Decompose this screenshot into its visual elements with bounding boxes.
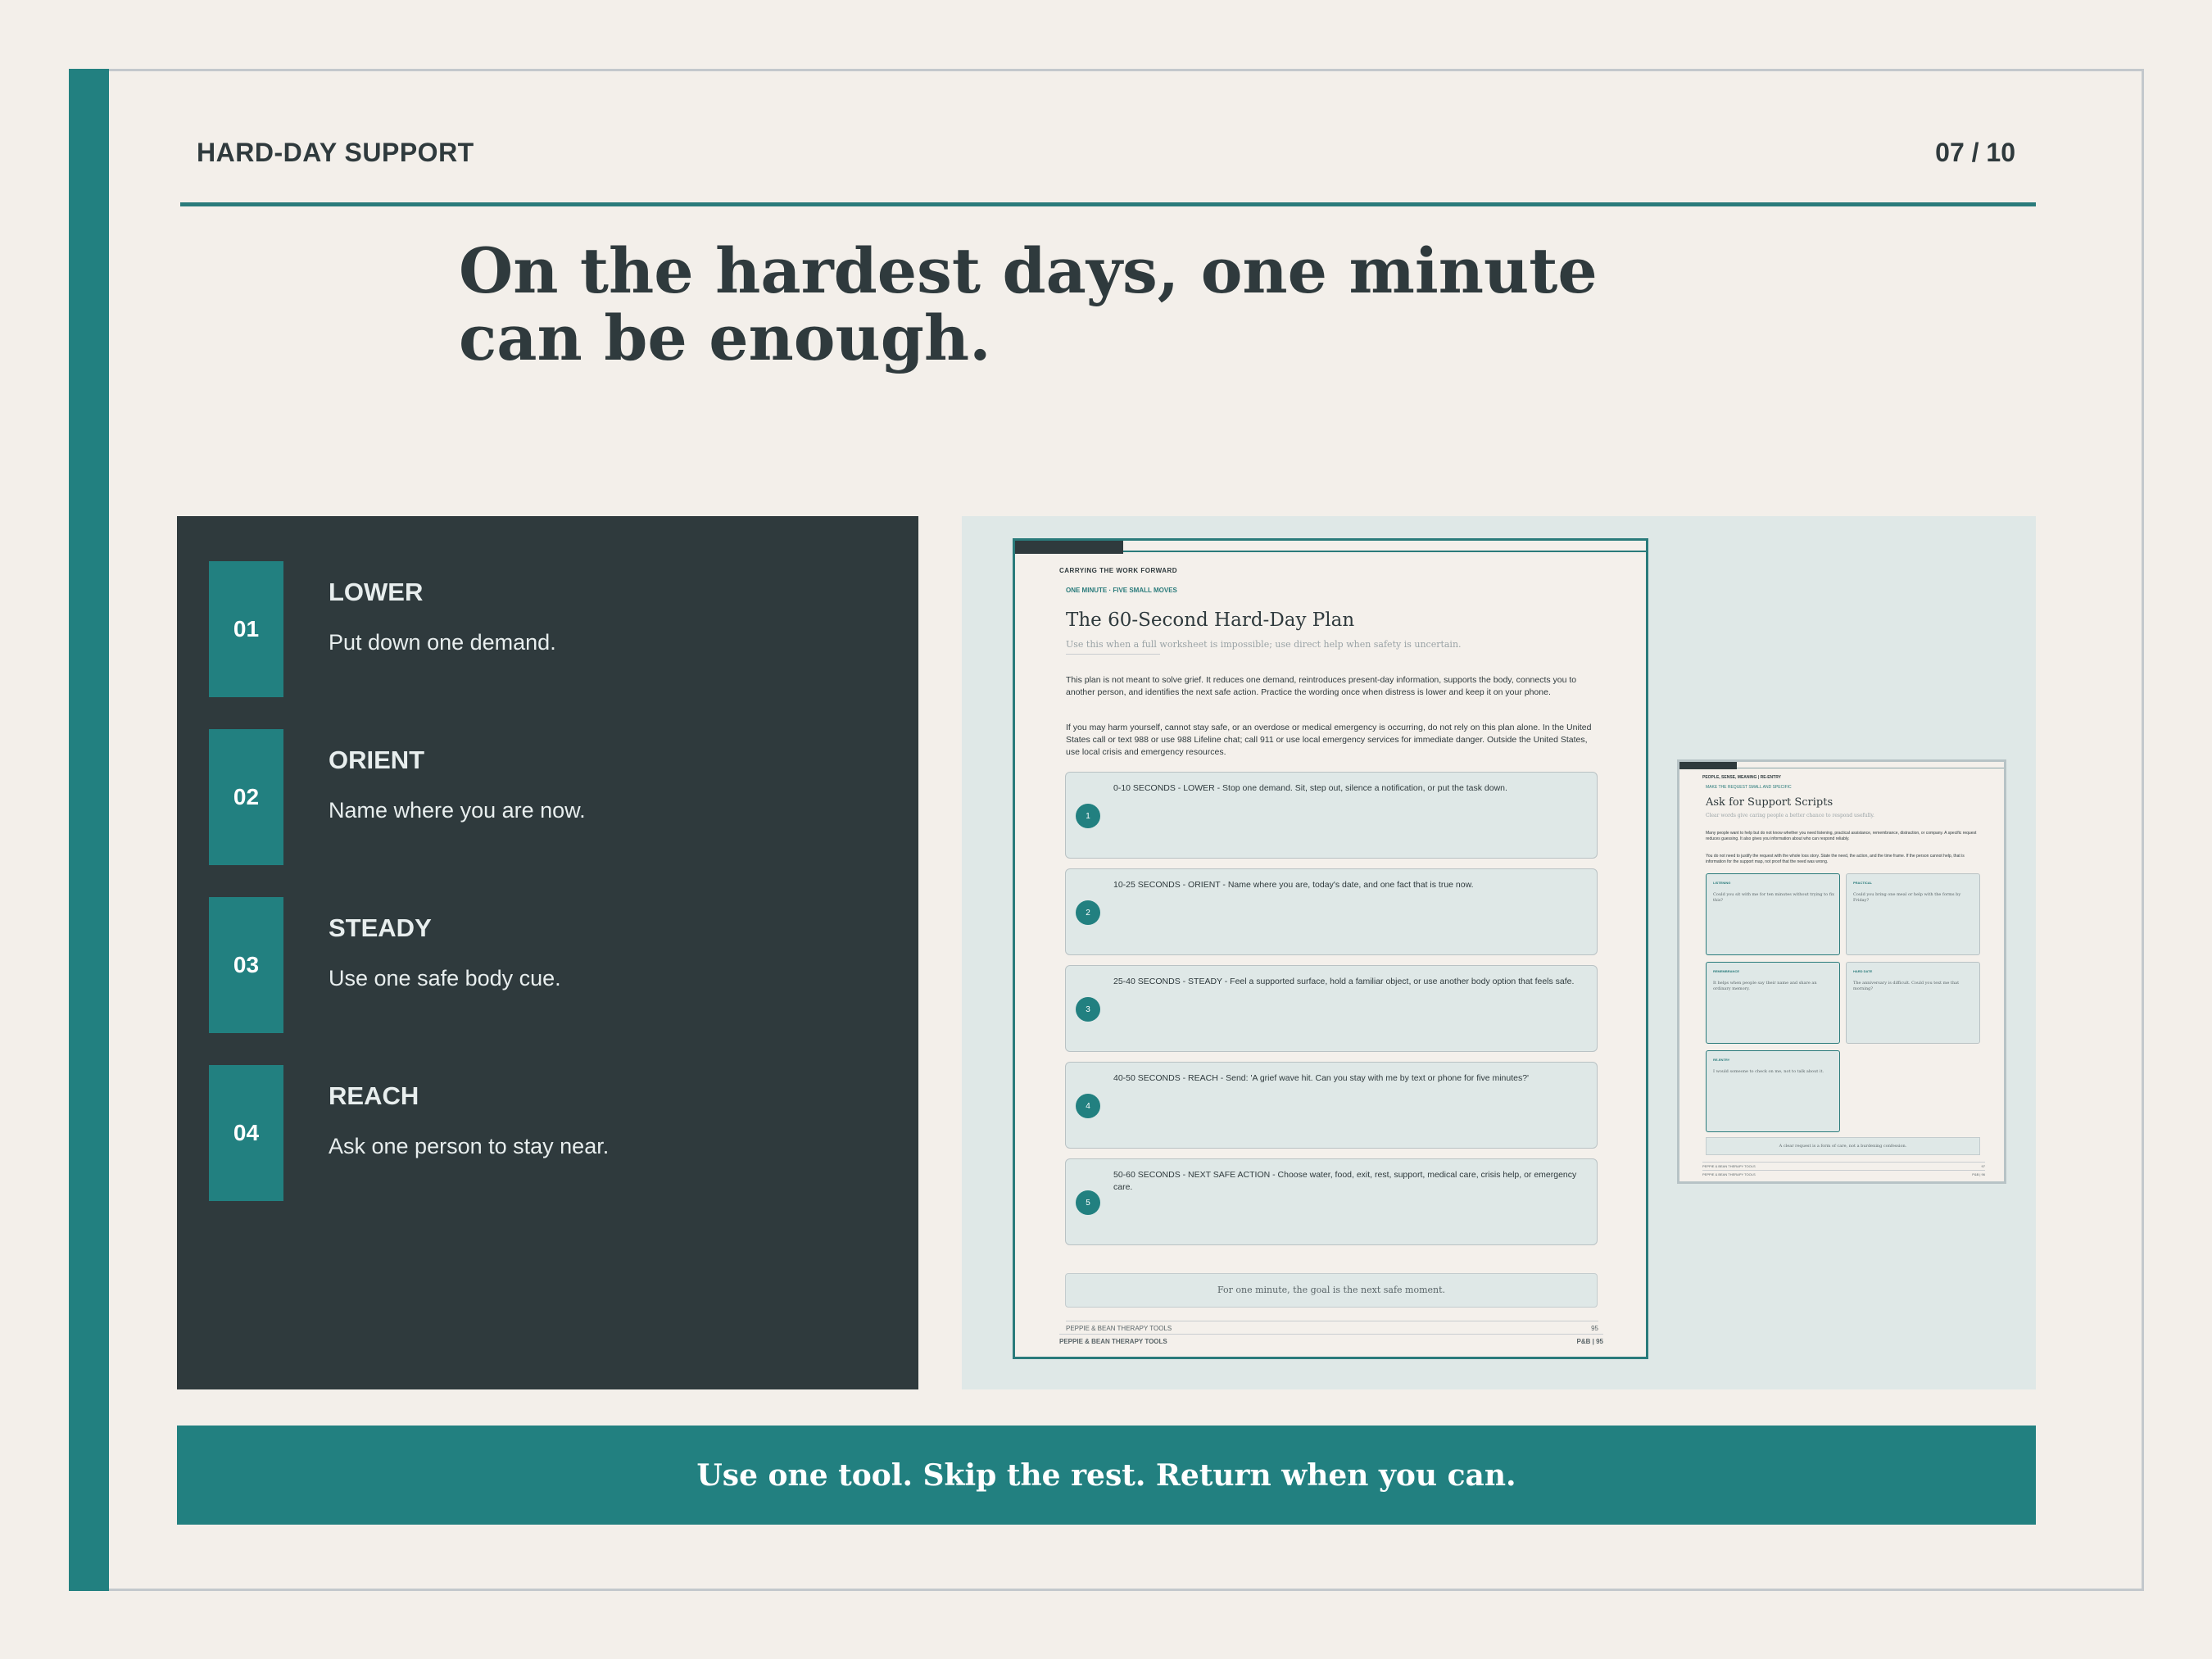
support-scripts-page: PEOPLE, SENSE, MEANING | RE-ENTRY MAKE T… <box>1677 759 2006 1184</box>
worksheet-intro-paragraph: This plan is not meant to solve grief. I… <box>1066 675 1577 697</box>
worksheet-topbar <box>1015 541 1646 554</box>
page-number: 07 / 10 <box>1935 138 2015 167</box>
move-number: 5 <box>1076 1190 1100 1215</box>
step-steady: 03 STEADY Use one safe body cue. <box>209 897 881 1033</box>
steps-panel: 01 LOWER Put down one demand. 02 ORIENT … <box>177 516 918 1389</box>
worksheet-kicker: CARRYING THE WORK FORWARD <box>1059 567 1178 574</box>
mini-subtitle: Clear words give caring people a better … <box>1706 813 1874 818</box>
script-card-label: HARD DATE <box>1853 969 1873 973</box>
script-card: REMEMBRANCE It helps when people say the… <box>1706 962 1840 1044</box>
move-number: 3 <box>1076 997 1100 1022</box>
worksheet-move: 3 25-40 SECONDS - STEADY - Feel a suppor… <box>1065 965 1598 1052</box>
worksheet-footer: PEPPIE & BEAN THERAPY TOOLS 95 <box>1066 1321 1598 1332</box>
footer-page: 97 <box>1981 1164 1985 1168</box>
script-card: RE-ENTRY I would someone to check on me,… <box>1706 1050 1840 1132</box>
step-title: LOWER <box>329 578 424 606</box>
mini-eyebrow: MAKE THE REQUEST SMALL AND SPECIFIC <box>1706 785 1792 790</box>
footer-brand: PEPPIE & BEAN THERAPY TOOLS <box>1702 1172 1756 1176</box>
step-orient: 02 ORIENT Name where you are now. <box>209 729 881 865</box>
banner-text: Use one tool. Skip the rest. Return when… <box>696 1457 1516 1493</box>
footer-brand: PEPPIE & BEAN THERAPY TOOLS <box>1059 1338 1167 1345</box>
script-card: PRACTICAL Could you bring one meal or he… <box>1846 873 1980 955</box>
worksheet-subtitle-rule <box>1066 654 1160 655</box>
mini-title: Ask for Support Scripts <box>1706 796 1834 809</box>
worksheet-move: 4 40-50 SECONDS - REACH - Send: 'A grief… <box>1065 1062 1598 1149</box>
script-card-text: Could you sit with me for ten minutes wi… <box>1713 892 1834 903</box>
move-text: 50-60 SECONDS - NEXT SAFE ACTION - Choos… <box>1113 1170 1577 1192</box>
worksheet-safety-paragraph: If you may harm yourself, cannot stay sa… <box>1066 723 1592 757</box>
headline: On the hardest days, one minute can be e… <box>459 234 1598 374</box>
mini-footer-outer: PEPPIE & BEAN THERAPY TOOLS P&B | 96 <box>1702 1170 1985 1176</box>
move-number: 1 <box>1076 804 1100 828</box>
script-card-label: PRACTICAL <box>1853 881 1873 885</box>
mini-paragraph: You do not need to justify the request w… <box>1706 854 1965 864</box>
script-card: LISTENING Could you sit with me for ten … <box>1706 873 1840 955</box>
footer-brand: PEPPIE & BEAN THERAPY TOOLS <box>1066 1325 1172 1332</box>
step-description: Name where you are now. <box>329 798 586 823</box>
mini-paragraph: Many people want to help but do not know… <box>1706 831 1977 841</box>
move-text: 10-25 SECONDS - ORIENT - Name where you … <box>1113 880 1474 890</box>
step-description: Put down one demand. <box>329 630 556 655</box>
script-card-text: The anniversary is difficult. Could you … <box>1853 981 1960 991</box>
script-card-label: RE-ENTRY <box>1713 1058 1730 1062</box>
accent-bar <box>69 69 109 1591</box>
worksheet-eyebrow: ONE MINUTE · FIVE SMALL MOVES <box>1066 587 1177 594</box>
step-reach: 04 REACH Ask one person to stay near. <box>209 1065 881 1201</box>
step-number: 03 <box>209 897 283 1033</box>
move-text: 40-50 SECONDS - REACH - Send: 'A grief w… <box>1113 1073 1530 1083</box>
move-text: 0-10 SECONDS - LOWER - Stop one demand. … <box>1113 783 1507 793</box>
worksheet-footer-outer: PEPPIE & BEAN THERAPY TOOLS P&B | 95 <box>1059 1334 1603 1345</box>
worksheet-page: CARRYING THE WORK FORWARD ONE MINUTE · F… <box>1013 538 1648 1359</box>
mini-kicker: PEOPLE, SENSE, MEANING | RE-ENTRY <box>1702 775 1781 780</box>
script-card-label: REMEMBRANCE <box>1713 969 1739 973</box>
step-title: STEADY <box>329 913 432 942</box>
worksheet-callout: For one minute, the goal is the next saf… <box>1065 1273 1598 1308</box>
worksheet-move: 5 50-60 SECONDS - NEXT SAFE ACTION - Cho… <box>1065 1158 1598 1245</box>
header-divider <box>180 202 2036 206</box>
script-card-label: LISTENING <box>1713 881 1731 885</box>
step-number: 04 <box>209 1065 283 1201</box>
script-card-text: I would someone to check on me, not to t… <box>1713 1069 1824 1074</box>
move-number: 2 <box>1076 900 1100 925</box>
move-number: 4 <box>1076 1094 1100 1118</box>
worksheet-move: 2 10-25 SECONDS - ORIENT - Name where yo… <box>1065 868 1598 955</box>
footer-page: 95 <box>1591 1325 1598 1332</box>
step-description: Use one safe body cue. <box>329 966 561 990</box>
mini-callout: A clear request is a form of care, not a… <box>1706 1137 1980 1155</box>
footer-brand: PEPPIE & BEAN THERAPY TOOLS <box>1702 1164 1756 1168</box>
step-lower: 01 LOWER Put down one demand. <box>209 561 881 697</box>
worksheet-subtitle: Use this when a full worksheet is imposs… <box>1066 639 1462 650</box>
script-card-text: It helps when people say their name and … <box>1713 981 1817 991</box>
step-number: 02 <box>209 729 283 865</box>
footer-page: P&B | 96 <box>1972 1172 1985 1176</box>
script-card-text: Could you bring one meal or help with th… <box>1853 892 1961 903</box>
script-card: HARD DATE The anniversary is difficult. … <box>1846 962 1980 1044</box>
move-text: 25-40 SECONDS - STEADY - Feel a supporte… <box>1113 977 1575 986</box>
footer-page: P&B | 95 <box>1576 1338 1603 1345</box>
closing-banner: Use one tool. Skip the rest. Return when… <box>177 1426 2036 1525</box>
worksheet-title: The 60-Second Hard-Day Plan <box>1066 610 1355 631</box>
step-title: ORIENT <box>329 746 425 774</box>
worksheet-preview-panel: CARRYING THE WORK FORWARD ONE MINUTE · F… <box>962 516 2036 1389</box>
step-number: 01 <box>209 561 283 697</box>
mini-footer: PEPPIE & BEAN THERAPY TOOLS 97 <box>1702 1162 1985 1168</box>
step-title: REACH <box>329 1081 419 1110</box>
step-description: Ask one person to stay near. <box>329 1134 610 1158</box>
worksheet-move: 1 0-10 SECONDS - LOWER - Stop one demand… <box>1065 772 1598 859</box>
section-label: HARD-DAY SUPPORT <box>197 138 474 167</box>
